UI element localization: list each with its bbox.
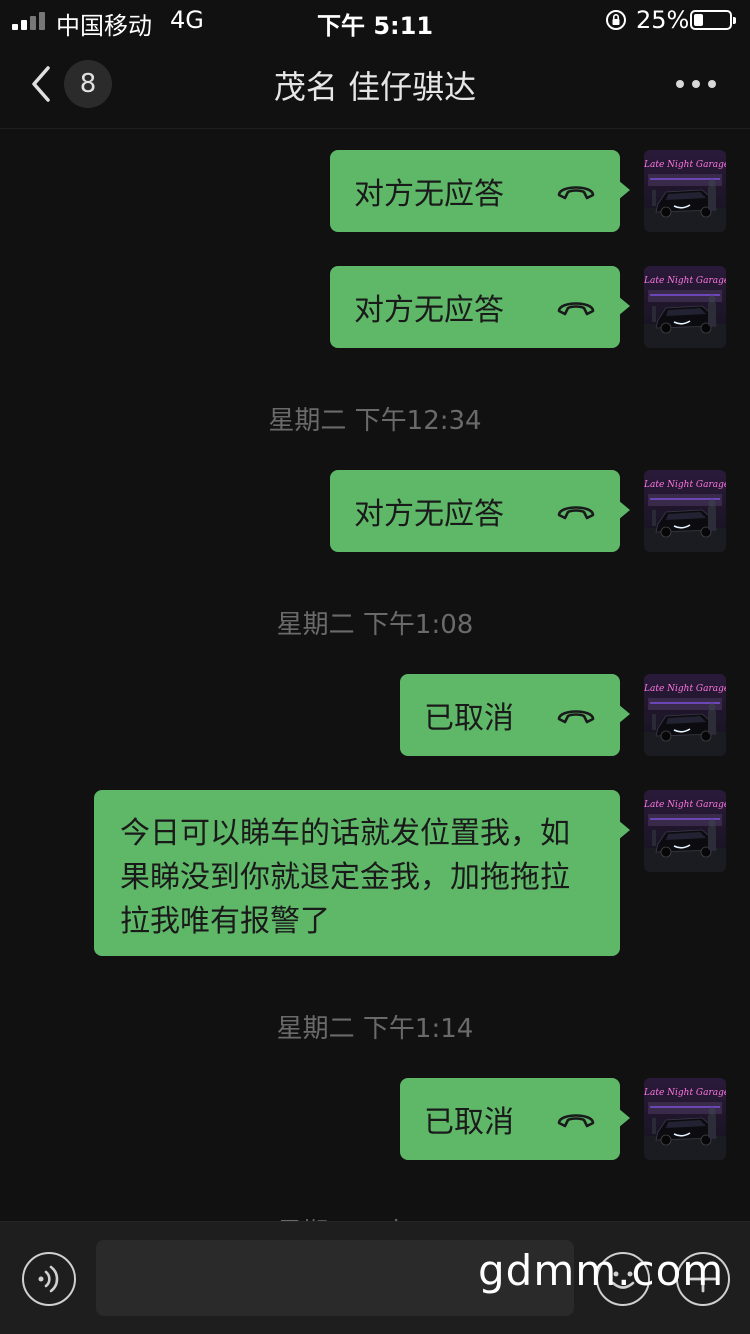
avatar[interactable]: Late Night Garage: [644, 470, 726, 552]
battery-percent: 25%: [636, 6, 690, 34]
avatar-caption: Late Night Garage: [644, 684, 726, 694]
call-status-text: 已取消: [424, 701, 514, 736]
avatar[interactable]: Late Night Garage: [644, 790, 726, 872]
message-timestamp: 星期二 下午1:08: [276, 610, 474, 640]
more-dots-icon[interactable]: [672, 70, 720, 98]
call-status-text: 对方无应答: [354, 177, 504, 212]
avatar-caption: Late Night Garage: [644, 276, 726, 286]
avatar-caption: Late Night Garage: [644, 160, 726, 170]
avatar-caption: Late Night Garage: [644, 480, 726, 490]
avatar[interactable]: Late Night Garage: [644, 674, 726, 756]
chat-screen: 中国移动 4G 下午 5:11 25% 8 茂名 佳仔骐达 对方无应答 Late…: [0, 0, 750, 1334]
call-record-bubble[interactable]: 对方无应答: [330, 266, 630, 348]
hangup-phone-icon: [557, 506, 595, 520]
orientation-lock-icon: [606, 10, 626, 30]
call-record-bubble[interactable]: 已取消: [400, 1078, 630, 1160]
call-record-bubble[interactable]: 对方无应答: [330, 150, 630, 232]
status-bar: 中国移动 4G 下午 5:11 25%: [0, 0, 750, 40]
call-record-bubble[interactable]: 对方无应答: [330, 470, 630, 552]
message-list[interactable]: 对方无应答 Late Night Garage 对方无应答 Late Night…: [0, 129, 750, 1221]
avatar[interactable]: Late Night Garage: [644, 266, 726, 348]
hangup-phone-icon: [557, 710, 595, 724]
message-timestamp: 星期二 下午1:14: [276, 1014, 474, 1044]
avatar[interactable]: Late Night Garage: [644, 1078, 726, 1160]
avatar-caption: Late Night Garage: [644, 1088, 726, 1098]
nav-bar: 8 茂名 佳仔骐达: [0, 40, 750, 129]
call-status-text: 对方无应答: [354, 497, 504, 532]
hangup-phone-icon: [557, 1114, 595, 1128]
hangup-phone-icon: [557, 186, 595, 200]
message-timestamp: 星期二 下午12:34: [268, 406, 482, 436]
avatar[interactable]: Late Night Garage: [644, 150, 726, 232]
avatar-caption: Late Night Garage: [644, 800, 726, 810]
battery-icon: [690, 10, 736, 30]
message-text: 今日可以睇车的话就发位置我，如果睇没到你就退定金我，加拖拖拉拉我唯有报警了: [120, 816, 570, 939]
message-timestamp-partial: 星期二 下午1:20: [0, 1212, 750, 1221]
text-message-bubble[interactable]: 今日可以睇车的话就发位置我，如果睇没到你就退定金我，加拖拖拉拉我唯有报警了: [94, 790, 630, 956]
call-status-text: 已取消: [424, 1105, 514, 1140]
call-status-text: 对方无应答: [354, 293, 504, 328]
voice-icon[interactable]: [22, 1252, 76, 1306]
hangup-phone-icon: [557, 302, 595, 316]
call-record-bubble[interactable]: 已取消: [400, 674, 630, 756]
watermark: gdmm.com: [478, 1246, 725, 1295]
chat-title: 茂名 佳仔骐达: [273, 68, 477, 106]
